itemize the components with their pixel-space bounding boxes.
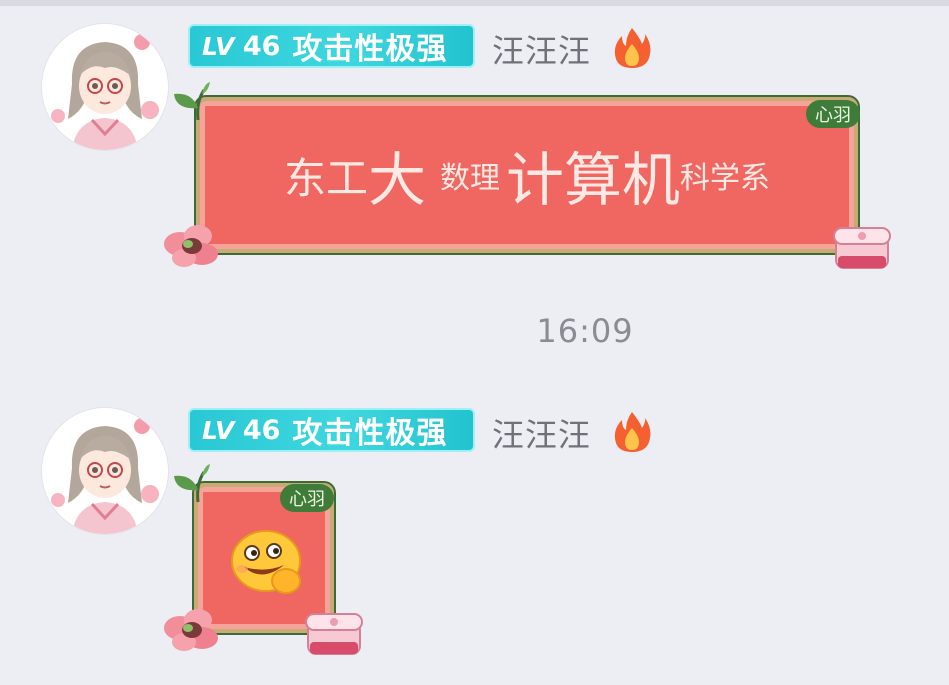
bubble-tag: 心羽 — [280, 484, 334, 512]
message-bubble[interactable]: 东工 大 数理 计算机 科学系 — [196, 97, 858, 253]
level-badge[interactable]: LV 46 攻击性极强 — [188, 408, 475, 452]
text-part: 计算机 — [506, 146, 681, 214]
level-prefix: LV — [202, 31, 235, 61]
gift-box-icon — [833, 227, 891, 269]
leaf-icon — [174, 464, 210, 503]
sender-nickname[interactable]: 汪汪汪 — [492, 26, 591, 72]
text-part: 大 — [367, 146, 426, 214]
level-prefix: LV — [202, 415, 235, 445]
anime-girl-avatar-icon[interactable] — [42, 408, 168, 534]
flower-icon — [164, 225, 218, 267]
bubble-tag: 心羽 — [806, 100, 860, 128]
level-number: 46 — [242, 30, 281, 62]
gift-box-icon — [305, 613, 363, 655]
top-edge-strip — [0, 0, 949, 6]
rank-title: 攻击性极强 — [292, 416, 448, 451]
text-part: 科学系 — [680, 161, 771, 196]
message-text: 东工 大 数理 计算机 科学系 — [200, 101, 854, 249]
level-number: 46 — [242, 414, 281, 446]
flame-icon — [614, 28, 651, 68]
text-part: 数理 — [440, 161, 500, 196]
grinning-peach-emoji-sticker — [231, 530, 301, 594]
sender-nickname[interactable]: 汪汪汪 — [492, 410, 591, 456]
rank-title: 攻击性极强 — [292, 32, 448, 67]
timestamp: 16:09 — [536, 312, 634, 350]
flower-icon — [164, 609, 218, 651]
flame-icon — [614, 412, 651, 452]
anime-girl-avatar-icon[interactable] — [42, 24, 168, 150]
leaf-icon — [174, 82, 210, 121]
level-badge[interactable]: LV 46 攻击性极强 — [188, 24, 475, 68]
text-part: 东工 — [283, 153, 368, 203]
